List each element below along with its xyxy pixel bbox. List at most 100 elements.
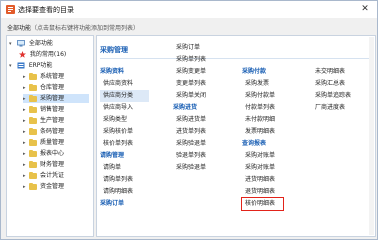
folder-icon	[29, 160, 37, 168]
function-link[interactable]: 未付款明细	[242, 114, 283, 126]
function-link[interactable]: 采购对账单	[242, 162, 283, 174]
group-label: 查询报表	[242, 140, 267, 147]
folder-icon	[29, 171, 37, 179]
folder-icon	[29, 94, 37, 102]
function-link[interactable]: 退货明细表	[242, 186, 283, 198]
tree-item-label: 条码管理	[40, 128, 65, 135]
tree-item-label: 质量管理	[40, 139, 65, 146]
vertical-scrollbar[interactable]	[369, 37, 374, 235]
function-link[interactable]: 付款单列表	[242, 102, 283, 114]
tree-item-favorites[interactable]: 我的常用(16)	[19, 50, 66, 59]
tree-item-label: 生产管理	[40, 117, 65, 124]
tree-item-label: 会计凭证	[40, 172, 65, 179]
title-bar: 选择要查看的目录 ✕	[1, 1, 377, 18]
dialog-window: 选择要查看的目录 ✕ 全部功能（点击鼠标右键将功能添加到常用列表） ▾ 全部功能…	[0, 0, 378, 240]
function-link[interactable]: 采购对账单	[242, 150, 283, 162]
function-link[interactable]: 请购单	[100, 162, 149, 174]
folder-icon	[29, 83, 37, 91]
function-link[interactable]: 采购汇总表	[312, 78, 351, 90]
folder-icon	[29, 149, 37, 157]
collapse-icon[interactable]: ▾	[9, 62, 15, 71]
function-tree[interactable]: ▾ 全部功能 我的常用(16) ▾ ERP功能 ▸ 系统管理 ▸ 仓库管理 ▸ 采购管	[6, 35, 94, 237]
erp-icon	[17, 62, 25, 69]
function-column-2: 采购订单 采购单列表 采购变更单 变更单列表 采购单关闭 采购进货 采购进货单 …	[173, 42, 206, 174]
folder-icon	[29, 182, 37, 190]
function-link[interactable]: 采购核价单	[100, 126, 149, 138]
tree-item-erp[interactable]: ▾ ERP功能	[9, 61, 52, 70]
function-link[interactable]: 采购验退单	[173, 162, 206, 174]
function-column-3: 采购付款 采购发票 采购付款单 付款单列表 未付款明细 发票明细表 查询报表 采…	[241, 66, 284, 211]
function-column-4: 未交明细表 采购汇总表 采购单追踪表 厂商进度表	[312, 66, 351, 114]
function-link[interactable]: 厂商进度表	[312, 102, 351, 114]
function-link[interactable]: 进货单列表	[173, 126, 206, 138]
folder-icon	[29, 138, 37, 146]
section-divider	[100, 58, 370, 59]
tree-item-label: 销售管理	[40, 106, 65, 113]
function-link[interactable]: 采购单列表	[173, 54, 206, 66]
group-label: 请购管理	[100, 152, 125, 159]
tree-item-funds[interactable]: ▸ 资金管理	[23, 182, 64, 191]
tree-item-barcode[interactable]: ▸ 条码管理	[23, 127, 64, 136]
function-link-highlighted[interactable]: 核价明细表	[241, 197, 284, 211]
group-label: 采购订单	[100, 200, 125, 207]
function-link[interactable]: 采购进货单	[173, 114, 206, 126]
function-column-1: 采购资料 供应商资料 供应商分类 供应商导入 采购类型 采购核价单 核价单列表 …	[100, 66, 149, 210]
group-label: 采购付款	[242, 68, 267, 75]
tree-item-label: 系统管理	[40, 73, 65, 80]
tree-item-voucher[interactable]: ▸ 会计凭证	[23, 171, 64, 180]
function-link[interactable]: 变更单列表	[173, 78, 206, 90]
tree-item-purchase[interactable]: ▸ 采购管理	[23, 94, 89, 103]
tree-item-warehouse[interactable]: ▸ 仓库管理	[23, 83, 64, 92]
function-link[interactable]: 采购单关闭	[173, 90, 206, 102]
folder-icon	[29, 116, 37, 124]
tree-item-finance[interactable]: ▸ 财务管理	[23, 160, 64, 169]
function-link[interactable]: 验退单列表	[173, 150, 206, 162]
tree-item-production[interactable]: ▸ 生产管理	[23, 116, 64, 125]
function-link[interactable]: 未交明细表	[312, 66, 351, 78]
window-title: 选择要查看的目录	[18, 6, 74, 14]
tree-item-label: 我的常用(16)	[29, 51, 67, 58]
section-title: 采购管理	[100, 46, 128, 54]
function-link[interactable]: 采购验退单	[173, 138, 206, 150]
group-label: 采购进货	[173, 104, 198, 111]
function-link[interactable]: 供应商资料	[100, 78, 149, 90]
function-link[interactable]: 采购订单	[173, 42, 206, 54]
function-link[interactable]: 供应商分类	[100, 90, 149, 102]
hint-label: 全部功能	[7, 25, 32, 32]
tree-item-system[interactable]: ▸ 系统管理	[23, 72, 64, 81]
tree-item-quality[interactable]: ▸ 质量管理	[23, 138, 64, 147]
function-link[interactable]: 采购发票	[242, 78, 283, 90]
tree-item-reports[interactable]: ▸ 报表中心	[23, 149, 64, 158]
function-link[interactable]: 进货明细表	[242, 174, 283, 186]
folder-icon	[29, 72, 37, 80]
function-link[interactable]: 发票明细表	[242, 126, 283, 138]
tree-item-sales[interactable]: ▸ 销售管理	[23, 105, 64, 114]
computer-icon	[17, 40, 25, 47]
function-link[interactable]: 采购付款单	[242, 90, 283, 102]
function-link[interactable]: 采购变更单	[173, 66, 206, 78]
function-link[interactable]: 请购单列表	[100, 174, 149, 186]
function-link[interactable]: 请购明细表	[100, 186, 149, 198]
tree-item-label: 财务管理	[40, 161, 65, 168]
function-link[interactable]: 采购类型	[100, 114, 149, 126]
tree-item-label: 报表中心	[40, 150, 65, 157]
function-link[interactable]: 供应商导入	[100, 102, 149, 114]
tree-root[interactable]: ▾ 全部功能	[9, 39, 53, 48]
tree-item-label: 资金管理	[40, 183, 65, 190]
collapse-icon[interactable]: ▾	[9, 40, 15, 49]
function-link[interactable]: 采购单追踪表	[312, 90, 351, 102]
function-link[interactable]: 核价单列表	[100, 138, 149, 150]
hint-line: 全部功能（点击鼠标右键将功能添加到常用列表）	[7, 23, 139, 32]
group-label: 采购资料	[100, 68, 125, 75]
folder-icon	[29, 105, 37, 113]
tree-item-label: ERP功能	[28, 62, 53, 69]
app-icon	[6, 5, 15, 14]
star-icon	[19, 51, 26, 58]
function-panel: 采购管理 采购资料 供应商资料 供应商分类 供应商导入 采购类型 采购核价单 核…	[96, 35, 376, 237]
close-button[interactable]: ✕	[359, 3, 371, 15]
hint-note: （点击鼠标右键将功能添加到常用列表）	[31, 25, 140, 32]
tree-item-label: 采购管理	[40, 95, 65, 102]
tree-item-label: 仓库管理	[40, 84, 65, 91]
tree-root-label: 全部功能	[28, 40, 53, 47]
folder-icon	[29, 127, 37, 135]
